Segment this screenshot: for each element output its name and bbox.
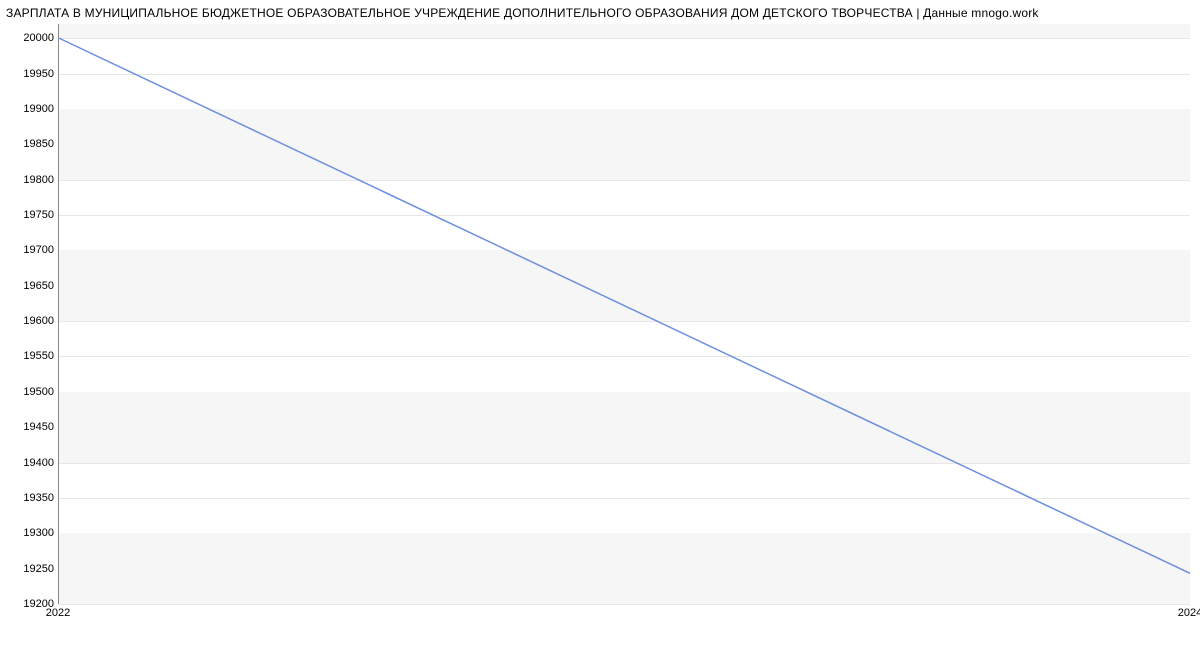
plot-area	[58, 24, 1190, 604]
y-tick-label: 19550	[6, 350, 54, 362]
y-tick-label: 19300	[6, 527, 54, 539]
x-tick-label: 2022	[46, 607, 70, 619]
y-tick-label: 19850	[6, 138, 54, 150]
data-line	[59, 24, 1190, 603]
y-tick-label: 19800	[6, 174, 54, 186]
y-tick-label: 19450	[6, 421, 54, 433]
grid-line	[59, 604, 1190, 605]
y-tick-label: 20000	[6, 32, 54, 44]
y-tick-label: 19350	[6, 492, 54, 504]
series-line	[59, 38, 1190, 573]
y-tick-label: 19900	[6, 103, 54, 115]
y-tick-label: 19950	[6, 68, 54, 80]
y-tick-label: 19650	[6, 280, 54, 292]
y-tick-label: 19250	[6, 563, 54, 575]
y-tick-label: 19700	[6, 244, 54, 256]
x-tick-label: 2024	[1178, 607, 1200, 619]
chart-title: ЗАРПЛАТА В МУНИЦИПАЛЬНОЕ БЮДЖЕТНОЕ ОБРАЗ…	[0, 6, 1200, 20]
y-tick-label: 19500	[6, 386, 54, 398]
y-tick-label: 19750	[6, 209, 54, 221]
y-tick-label: 19400	[6, 457, 54, 469]
y-tick-label: 19600	[6, 315, 54, 327]
chart-container: ЗАРПЛАТА В МУНИЦИПАЛЬНОЕ БЮДЖЕТНОЕ ОБРАЗ…	[0, 0, 1200, 650]
